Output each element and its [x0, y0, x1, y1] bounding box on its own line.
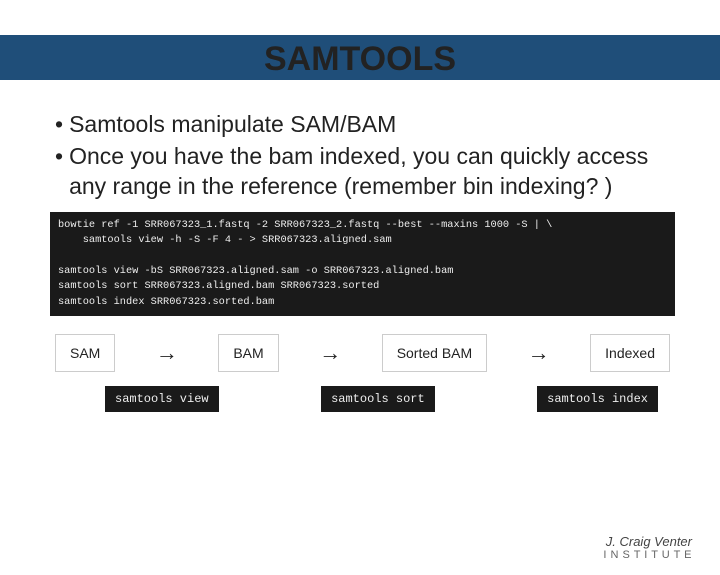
stage-sam: SAM [55, 334, 115, 372]
stage-sorted-bam: Sorted BAM [382, 334, 487, 372]
bullet-dot: • [55, 142, 63, 202]
bullet-list: • Samtools manipulate SAM/BAM • Once you… [55, 110, 670, 202]
arrow-icon: → [319, 340, 341, 366]
cmd-index: samtools index [537, 386, 658, 412]
cmd-sort: samtools sort [321, 386, 435, 412]
slide-title: SAMTOOLS [264, 40, 456, 79]
footer-logo: J. Craig Venter I N S T I T U T E [603, 534, 692, 561]
stage-indexed: Indexed [590, 334, 670, 372]
footer-line2: I N S T I T U T E [603, 549, 692, 561]
arrow-icon: → [156, 340, 178, 366]
bullet-dot: • [55, 110, 63, 140]
commands-row: samtools view samtools sort samtools ind… [0, 386, 720, 412]
cmd-view: samtools view [105, 386, 219, 412]
footer-line1: J. Craig Venter [603, 534, 692, 549]
bullet-item: • Once you have the bam indexed, you can… [55, 142, 670, 202]
bullet-item: • Samtools manipulate SAM/BAM [55, 110, 670, 140]
bullet-text: Once you have the bam indexed, you can q… [69, 142, 670, 202]
arrow-icon: → [528, 340, 550, 366]
pipeline-row: SAM → BAM → Sorted BAM → Indexed [0, 334, 720, 372]
bullet-text: Samtools manipulate SAM/BAM [69, 110, 396, 140]
stage-bam: BAM [218, 334, 278, 372]
code-block: bowtie ref -1 SRR067323_1.fastq -2 SRR06… [50, 212, 675, 317]
